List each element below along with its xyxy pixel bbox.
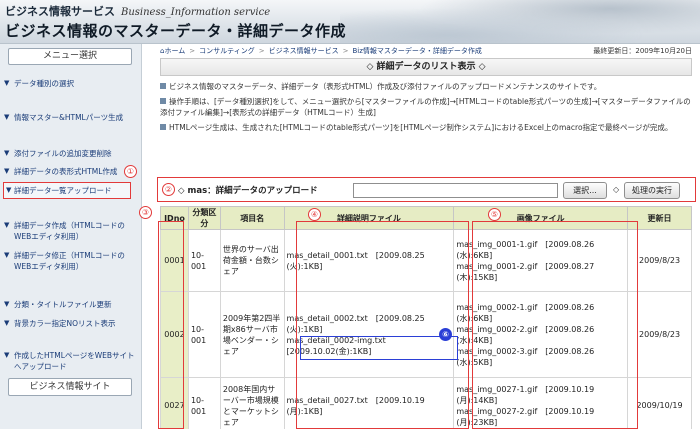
header-decoration [340, 0, 700, 43]
sidebar-item-label: 詳細データ一覧アップロード [14, 186, 112, 195]
col-header-name: 項目名 [219, 206, 285, 230]
sidebar-item-bgcolor-list[interactable]: ▼ 背景カラー指定NOリスト表示 [4, 318, 139, 329]
annotation-marker-2: ② [162, 183, 175, 196]
sidebar-item-label: 分類・タイトルファイル更新 [14, 300, 112, 309]
business-site-button[interactable]: ビジネス情報サイト [8, 378, 132, 396]
sidebar-item-label: 詳細データの表形式HTML作成 [14, 167, 118, 176]
sidebar-item-data-type[interactable]: ▼ データ種別の選択 [4, 78, 139, 89]
annotation-box-id-column [158, 221, 184, 429]
arrow-icon: ▼ [6, 186, 12, 194]
sidebar-item-label: 作成したHTMLページをWEBサイトへアップロード [14, 351, 135, 371]
bullet-square-icon [160, 83, 166, 89]
breadcrumb-item[interactable]: ビジネス情報サービス [269, 47, 339, 55]
sidebar-item-detail-edit[interactable]: ▼ 詳細データ修正（HTMLコードのWEBエディタ利用） [4, 250, 139, 272]
upload-form: ② ◇ mas：詳細データのアップロード 選択... ◇ 処理の実行 [157, 177, 696, 202]
arrow-icon: ▼ [4, 300, 10, 308]
run-process-button[interactable]: 処理の実行 [624, 182, 680, 199]
description-2: 操作手順は、[データ種別選択]をして、メニュー選択から[マスターファイルの作成]… [160, 97, 691, 117]
annotation-box-detail-img-file [300, 336, 458, 360]
cell-name: 世界のサーバ出荷金額・台数シェア [219, 229, 285, 292]
diamond-icon: ◇ [613, 185, 620, 194]
sidebar-item-detail-create[interactable]: ▼ 詳細データ作成（HTMLコードのWEBエディタ利用） [4, 220, 139, 242]
upload-label: ◇ mas：詳細データのアップロード [178, 186, 318, 196]
page-title: ビジネス情報のマスターデータ・詳細データ作成 [5, 22, 347, 40]
annotation-box-detail-file-column [296, 221, 469, 429]
cell-class: 10-001 [187, 291, 221, 378]
sidebar-item-label: 詳細データ作成（HTMLコードのWEBエディタ利用） [14, 221, 125, 241]
service-name-jp: ビジネス情報サービス [5, 5, 115, 18]
arrow-icon: ▼ [4, 79, 10, 87]
arrow-icon: ▼ [4, 113, 10, 121]
cell-class: 10-001 [187, 229, 221, 292]
breadcrumb-separator: > [189, 47, 196, 55]
sidebar-item-label: 背景カラー指定NOリスト表示 [14, 319, 116, 328]
col-header-class: 分類区分 [187, 206, 221, 230]
sidebar-item-table-html[interactable]: ▼ 詳細データの表形式HTML作成 [4, 166, 139, 177]
sidebar-item-label: データ種別の選択 [14, 79, 74, 88]
service-name: ビジネス情報サービス Business_Information service [5, 3, 270, 19]
bullet-square-icon [160, 98, 166, 104]
page-header: ビジネス情報サービス Business_Information service ビ… [0, 0, 700, 44]
file-select-button[interactable]: 選択... [563, 182, 607, 199]
breadcrumb-separator: > [342, 47, 349, 55]
sidebar-item-category-update[interactable]: ▼ 分類・タイトルファイル更新 [4, 299, 139, 310]
cell-name: 2009年第2四半期x86サーバ市場ベンダー・シェア [219, 291, 285, 378]
last-updated: 最終更新日：2009年10月20日 [593, 47, 692, 55]
arrow-icon: ▼ [4, 351, 10, 359]
sidebar-item-attachments[interactable]: ▼ 添付ファイルの追加変更削除 [4, 148, 139, 159]
annotation-marker-1: ① [124, 165, 137, 178]
sidebar-item-label: 詳細データ修正（HTMLコードのWEBエディタ利用） [14, 251, 125, 271]
menu-title: メニュー選択 [8, 48, 132, 65]
sidebar-item-web-upload[interactable]: ▼ 作成したHTMLページをWEBサイトへアップロード [4, 350, 139, 372]
bullet-square-icon [160, 124, 166, 130]
sidebar-item-detail-upload[interactable]: ▼ 詳細データ一覧アップロード [3, 182, 131, 199]
breadcrumb-home[interactable]: ホーム [164, 47, 185, 55]
cell-class: 10-001 [187, 377, 221, 429]
cell-name: 2008年国内サーバー市場規模とマーケットシェア [219, 377, 285, 429]
description-3: HTMLページ生成は、生成された[HTMLコードのtable形式パーツ]を[HT… [160, 122, 692, 133]
annotation-marker-6: ⑥ [439, 328, 452, 341]
breadcrumb-item[interactable]: コンサルティング [199, 47, 255, 55]
service-name-en: Business_Information service [121, 7, 271, 18]
main-content: ⌂ホーム > コンサルティング > ビジネス情報サービス > Biz情報マスターデータ・詳細… [139, 44, 700, 429]
sidebar: メニュー選択 ▼ データ種別の選択 ▼ 情報マスター&HTMLパーツ生成 ▼ 添付ファ… [0, 44, 142, 429]
arrow-icon: ▼ [4, 167, 10, 175]
upload-file-input[interactable] [353, 183, 558, 198]
annotation-marker-5: ⑤ [488, 208, 501, 221]
arrow-icon: ▼ [4, 221, 10, 229]
sidebar-item-label: 添付ファイルの追加変更削除 [14, 149, 112, 158]
annotation-box-image-file-column [472, 221, 638, 429]
annotation-marker-4: ④ [308, 208, 321, 221]
arrow-icon: ▼ [4, 251, 10, 259]
section-title: ◇ 詳細データのリスト表示 ◇ [160, 58, 692, 76]
description-1: ビジネス情報のマスターデータ、詳細データ（表形式HTML）作成及び添付ファイルの… [160, 81, 692, 92]
annotation-marker-3: ③ [139, 206, 152, 219]
arrow-icon: ▼ [4, 149, 10, 157]
breadcrumb-current: Biz情報マスターデータ・詳細データ作成 [352, 47, 482, 55]
breadcrumb: ⌂ホーム > コンサルティング > ビジネス情報サービス > Biz情報マスターデータ・詳細… [160, 46, 482, 56]
sidebar-item-master-html[interactable]: ▼ 情報マスター&HTMLパーツ生成 [4, 112, 139, 123]
breadcrumb-separator: > [258, 47, 265, 55]
sidebar-item-label: 情報マスター&HTMLパーツ生成 [14, 113, 124, 122]
arrow-icon: ▼ [4, 319, 10, 327]
